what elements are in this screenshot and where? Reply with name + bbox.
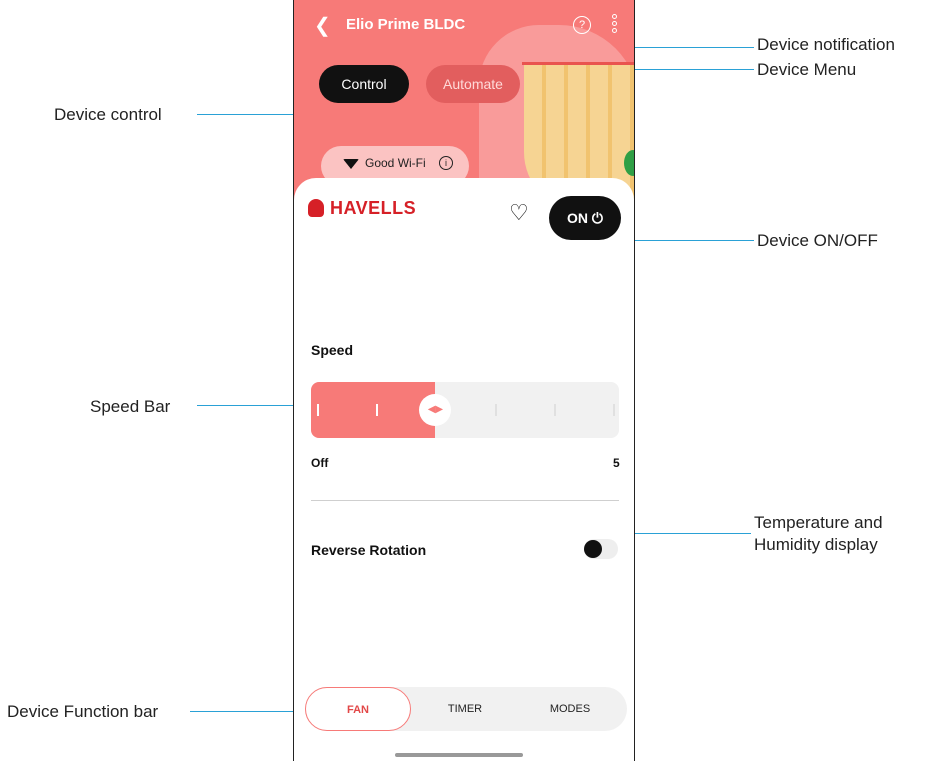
annotation-device-control: Device control	[54, 105, 162, 124]
speed-fill	[311, 382, 436, 438]
speed-tick	[494, 404, 497, 416]
more-vertical-icon[interactable]	[612, 14, 617, 35]
phone-screen: ❮ Elio Prime BLDC ? Control Automate Goo…	[293, 0, 635, 761]
function-bar: FAN TIMER MODES	[305, 687, 627, 731]
annotation-device-onoff: Device ON/OFF	[757, 231, 878, 250]
speed-slider-handle[interactable]: ◀▶	[419, 394, 452, 426]
top-bar: ❮ Elio Prime BLDC ?	[294, 10, 634, 40]
help-circle-icon[interactable]: ?	[573, 16, 591, 34]
speed-min-label: Off	[311, 456, 329, 470]
function-tab-timer[interactable]: TIMER	[415, 687, 515, 731]
divider	[311, 500, 619, 501]
speed-label: Speed	[311, 342, 354, 358]
annotation-line	[620, 69, 754, 70]
reverse-rotation-toggle[interactable]	[584, 539, 618, 559]
annotation-temp-humidity-line1: Temperature and	[754, 513, 883, 532]
tab-automate[interactable]: Automate	[426, 65, 520, 103]
home-indicator[interactable]	[395, 753, 523, 757]
favorite-heart-icon[interactable]: ♡	[509, 200, 529, 226]
annotation-speed-bar: Speed Bar	[90, 397, 171, 416]
speed-max-label: 5	[613, 456, 620, 470]
info-icon[interactable]: i	[439, 156, 453, 170]
tab-control[interactable]: Control	[319, 65, 409, 103]
annotation-device-notification: Device notification	[757, 35, 895, 54]
speed-tick	[317, 404, 319, 416]
brand-mark-icon	[308, 199, 324, 217]
wifi-icon	[343, 158, 359, 169]
function-tab-modes[interactable]: MODES	[520, 687, 620, 731]
annotation-temp-humidity: Temperature and Humidity display	[754, 512, 883, 556]
wifi-label: Good Wi-Fi	[365, 156, 426, 170]
speed-tick	[553, 404, 556, 416]
chevron-left-icon[interactable]: ❮	[314, 13, 331, 38]
power-label: ON	[567, 210, 589, 226]
speed-tick	[613, 404, 615, 416]
function-tab-fan[interactable]: FAN	[305, 687, 411, 731]
annotation-device-menu: Device Menu	[757, 60, 857, 79]
plant-leaf-illustration	[624, 150, 634, 176]
annotation-line	[620, 240, 754, 241]
device-card: HAVELLS ♡ ON ⏻ Speed ◀▶ Off 5 Reverse Ro…	[294, 178, 634, 761]
power-button[interactable]: ON ⏻	[549, 196, 621, 240]
brand-name: HAVELLS	[330, 198, 417, 218]
brand-logo: HAVELLS	[308, 198, 416, 219]
curtain-rod	[522, 62, 634, 65]
reverse-rotation-label: Reverse Rotation	[311, 542, 427, 558]
toggle-knob	[584, 540, 602, 558]
power-icon: ⏻	[591, 210, 603, 226]
speed-slider[interactable]: ◀▶	[311, 382, 619, 438]
device-title: Elio Prime BLDC	[346, 16, 466, 33]
speed-tick	[376, 404, 379, 416]
annotation-function-bar: Device Function bar	[7, 702, 159, 721]
annotation-temp-humidity-line2: Humidity display	[754, 535, 878, 554]
